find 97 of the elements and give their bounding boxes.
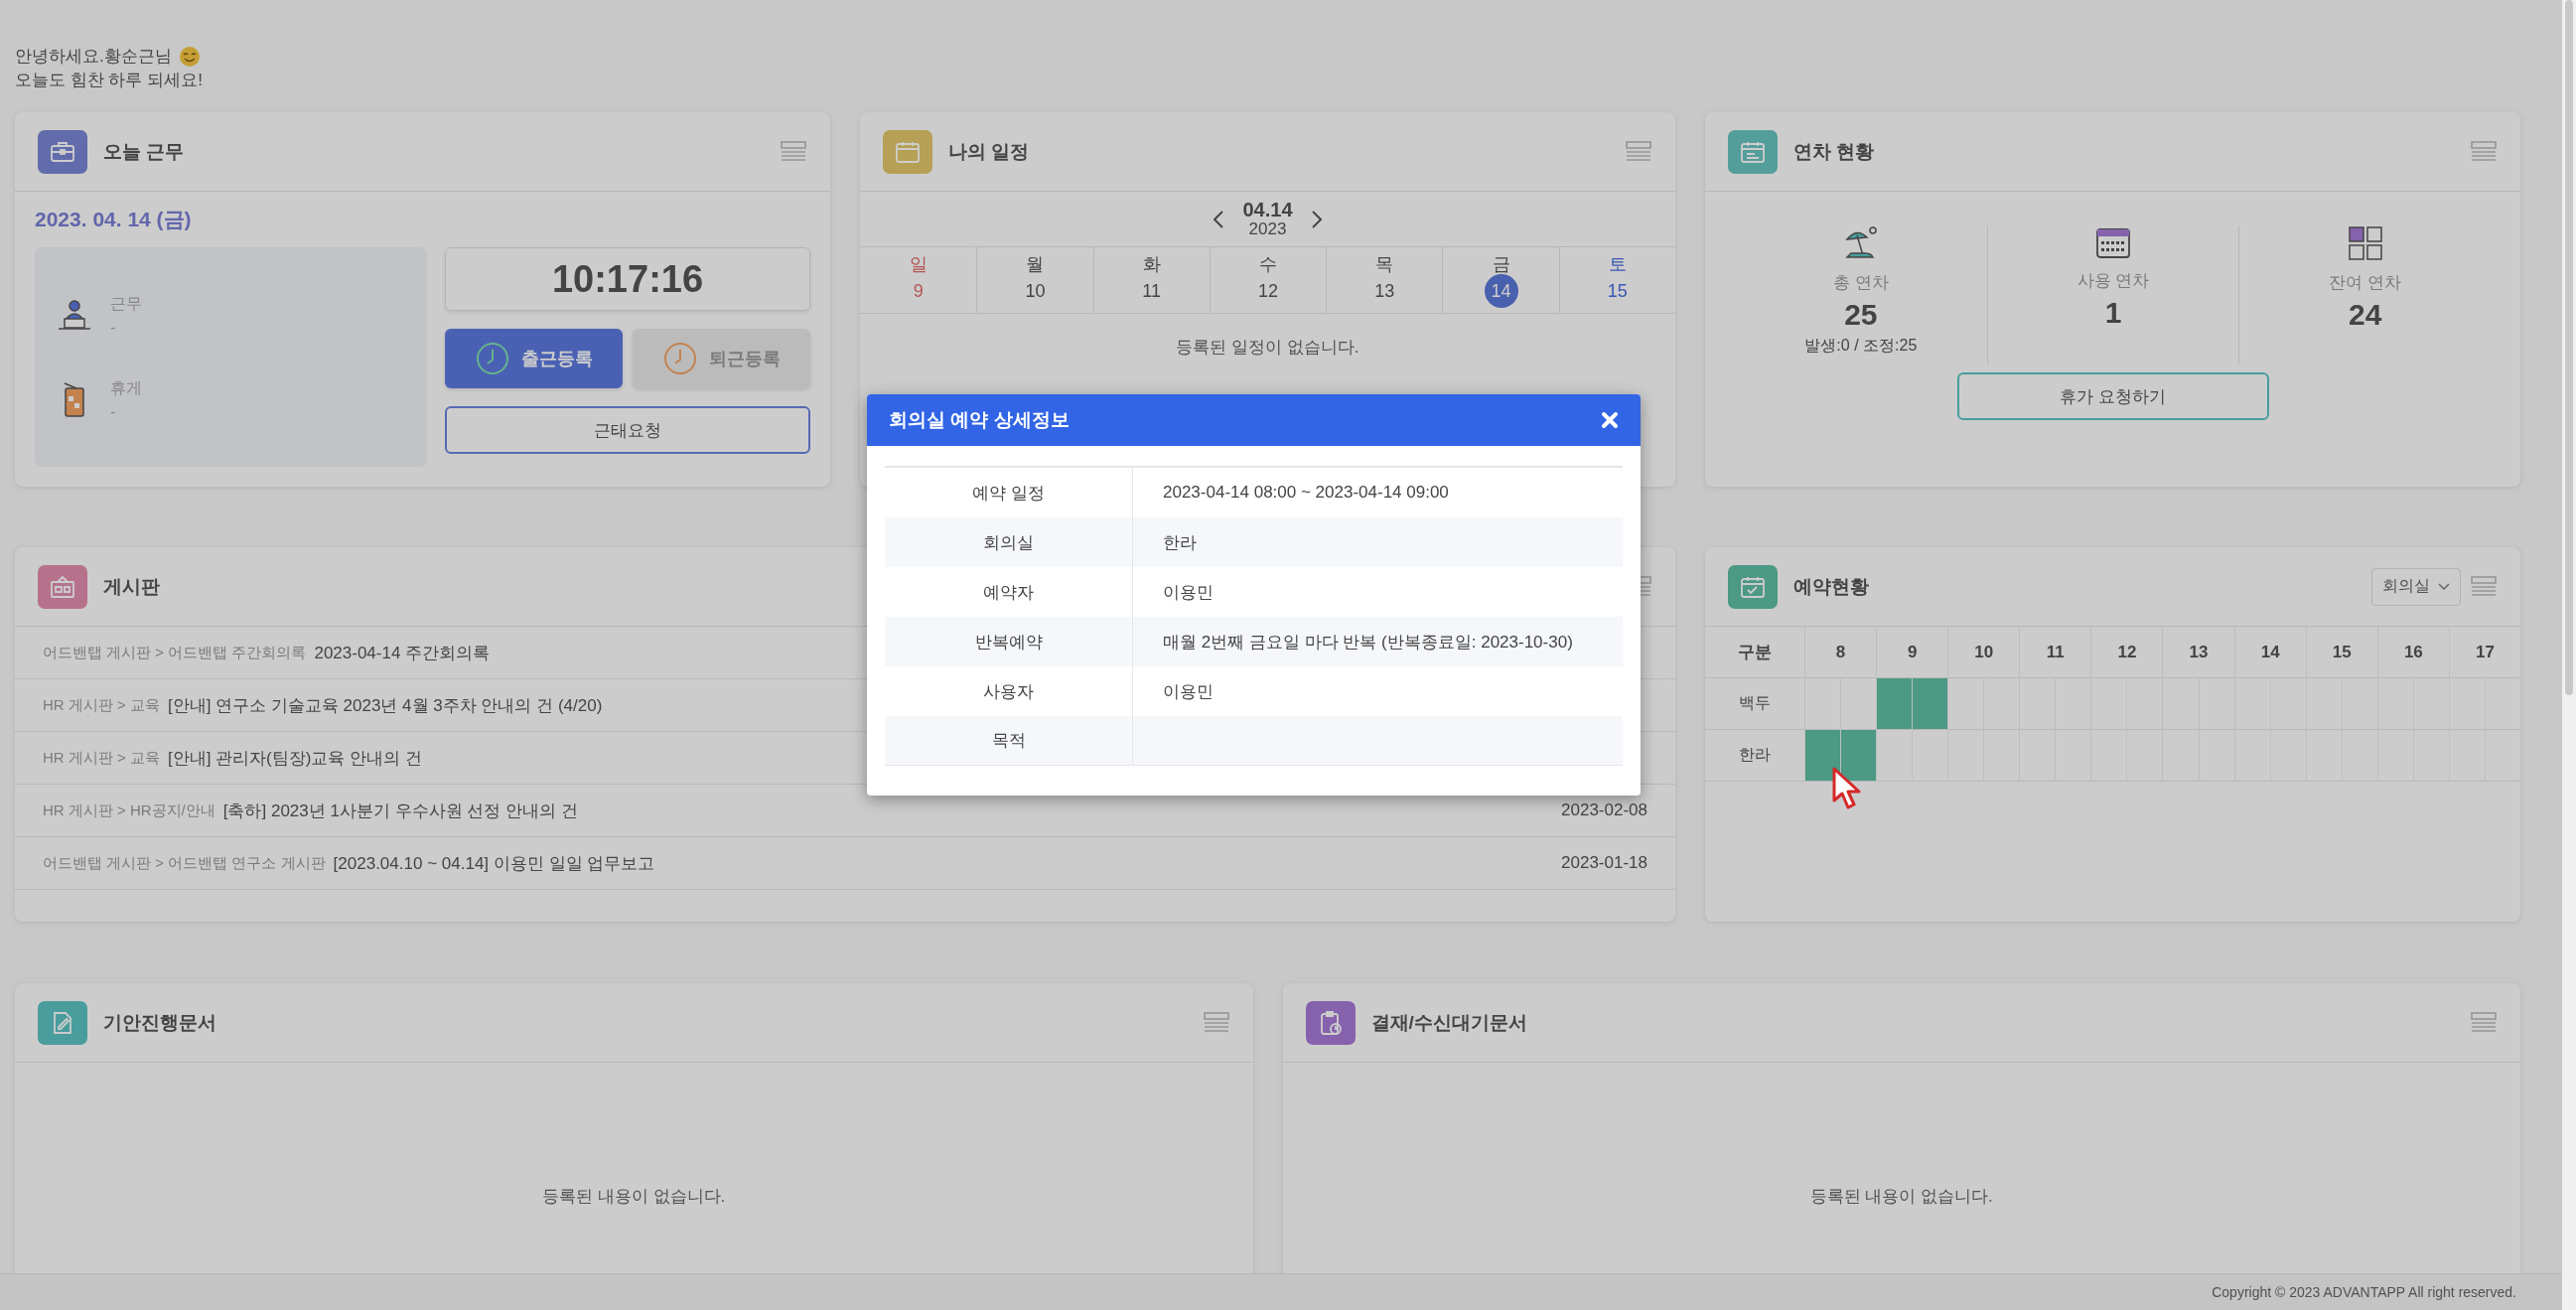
time-slot[interactable] xyxy=(1912,730,1948,782)
list-icon[interactable] xyxy=(2471,140,2497,163)
detail-value: 한라 xyxy=(1133,517,1623,567)
panel-title: 기안진행문서 xyxy=(103,1010,216,1035)
calendar-day[interactable]: 12 xyxy=(1251,274,1285,308)
post-path: HR 게시판 > 교육 xyxy=(43,748,160,768)
panel-title: 게시판 xyxy=(103,574,160,599)
list-icon[interactable] xyxy=(1626,140,1651,163)
leave-stat-note: 발생:0 / 조정:25 xyxy=(1804,336,1918,356)
grid-icon xyxy=(2347,225,2383,261)
clock-display: 10:17:16 xyxy=(445,247,810,311)
weekday-label: 목 xyxy=(1375,253,1394,276)
schedule-date: 04.14 xyxy=(1242,199,1293,219)
weekday-label: 화 xyxy=(1142,253,1161,276)
time-slot[interactable] xyxy=(1804,678,1841,730)
calendar-day[interactable]: 9 xyxy=(901,274,935,308)
panel-title: 나의 일정 xyxy=(948,139,1030,164)
booked-slot[interactable] xyxy=(1912,678,1948,730)
weekday-label: 일 xyxy=(909,253,928,276)
document-edit-icon xyxy=(38,1000,87,1045)
post-path: 어드밴탭 게시판 > 어드밴탭 주간회의록 xyxy=(43,643,307,662)
detail-value: 매월 2번째 금요일 마다 반복 (반복종료일: 2023-10-30) xyxy=(1133,617,1623,666)
copyright-text: Copyright © 2023 ADVANTAPP All right reserved. xyxy=(2212,1284,2516,1300)
empty-message: 등록된 내용이 없습니다. xyxy=(542,1186,726,1208)
dialog-title: 회의실 예약 상세정보 xyxy=(889,408,1070,432)
work-item-label: 휴게 xyxy=(110,377,142,398)
list-icon[interactable] xyxy=(1203,1011,1229,1034)
list-icon[interactable] xyxy=(2471,1011,2497,1034)
empty-message: 등록된 내용이 없습니다. xyxy=(1809,1186,1993,1208)
briefcase-icon xyxy=(38,129,87,174)
empty-message: 등록된 일정이 없습니다. xyxy=(1176,337,1360,359)
calendar-day[interactable]: 15 xyxy=(1600,274,1635,308)
column-header: 구분 xyxy=(1705,627,1804,678)
clipboard-clock-icon xyxy=(1305,1000,1356,1045)
list-icon[interactable] xyxy=(781,140,806,163)
time-slot[interactable] xyxy=(1876,730,1913,782)
time-slot[interactable] xyxy=(1947,678,1984,730)
leave-stat-value: 25 xyxy=(1844,298,1878,332)
detail-label: 목적 xyxy=(885,716,1133,766)
post-date: 2023-01-18 xyxy=(1561,853,1647,873)
post-path: HR 게시판 > HR공지/안내 xyxy=(43,801,215,820)
time-slot[interactable] xyxy=(1840,678,1877,730)
scrollbar[interactable] xyxy=(2562,0,2576,1310)
panel-title: 예약현황 xyxy=(1793,574,1869,599)
work-item-value: - xyxy=(110,402,117,421)
weekday-label: 금 xyxy=(1492,253,1510,276)
time-slot[interactable] xyxy=(1947,730,1984,782)
leave-stat-value: 24 xyxy=(2348,298,2382,332)
beach-umbrella-icon xyxy=(1842,225,1879,261)
calendar-day[interactable]: 13 xyxy=(1367,274,1402,308)
calendar-day[interactable]: 14 xyxy=(1484,274,1518,308)
signboard-icon xyxy=(38,564,87,609)
clock-icon xyxy=(662,342,697,375)
calendar-day[interactable]: 10 xyxy=(1018,274,1053,308)
calendar-check-icon xyxy=(1728,564,1778,609)
detail-label: 회의실 xyxy=(885,517,1133,567)
weekday-label: 토 xyxy=(1608,253,1627,276)
weekday-label: 월 xyxy=(1026,253,1045,276)
panel-title: 결재/수신대기문서 xyxy=(1370,1010,1527,1035)
booked-slot[interactable] xyxy=(1840,730,1877,782)
work-item-label: 근무 xyxy=(110,293,142,314)
booked-slot[interactable] xyxy=(1876,678,1913,730)
panel-title: 연차 현황 xyxy=(1793,139,1875,164)
calendar-day[interactable]: 11 xyxy=(1134,274,1169,308)
post-path: 어드밴탭 게시판 > 어드밴탭 연구소 게시판 xyxy=(43,853,326,873)
list-icon[interactable] xyxy=(2471,575,2497,598)
work-item-value: - xyxy=(110,318,117,337)
greeting-text: 안녕하세요.황순근님 xyxy=(15,46,172,68)
calendar-icon xyxy=(2095,225,2131,259)
weekday-label: 수 xyxy=(1259,253,1277,276)
close-icon[interactable] xyxy=(1601,411,1619,429)
leave-stat-label: 사용 연차 xyxy=(2076,270,2150,292)
post-title[interactable]: [2023.04.10 ~ 04.14] 이용민 일일 업무보고 xyxy=(333,851,1554,875)
previous-icon[interactable] xyxy=(1213,209,1225,229)
detail-label: 반복예약 xyxy=(885,617,1133,666)
post-path: HR 게시판 > 교육 xyxy=(43,695,160,715)
greeting-text: 오늘도 힘찬 하루 되세요! xyxy=(15,70,204,91)
room-type-select[interactable]: 회의실 xyxy=(2371,567,2461,606)
attendance-request-button[interactable]: 근태요청 xyxy=(445,406,810,454)
leave-stat-label: 총 연차 xyxy=(1832,272,1889,294)
next-icon[interactable] xyxy=(1310,209,1323,229)
work-date: 2023. 04. 14 (금) xyxy=(35,207,192,232)
clock-in-button[interactable]: 출근등록 xyxy=(445,329,623,388)
calendar-list-icon xyxy=(1728,129,1778,174)
schedule-year: 2023 xyxy=(1248,218,1287,239)
leave-stat-label: 잔여 연차 xyxy=(2329,272,2402,294)
booked-slot[interactable] xyxy=(1804,730,1841,782)
leave-stat-value: 1 xyxy=(2104,296,2122,330)
panel-title: 오늘 근무 xyxy=(103,139,185,164)
smiley-icon xyxy=(177,45,202,69)
post-date: 2023-02-08 xyxy=(1561,801,1647,820)
vacation-request-button[interactable]: 휴가 요청하기 xyxy=(1956,372,2269,420)
caret-icon xyxy=(2438,582,2450,591)
person-at-laptop-icon xyxy=(57,298,92,332)
clock-icon xyxy=(475,342,509,375)
calendar-icon xyxy=(883,129,932,174)
post-title[interactable]: [축하] 2023년 1사분기 우수사원 선정 안내의 건 xyxy=(222,799,1554,822)
